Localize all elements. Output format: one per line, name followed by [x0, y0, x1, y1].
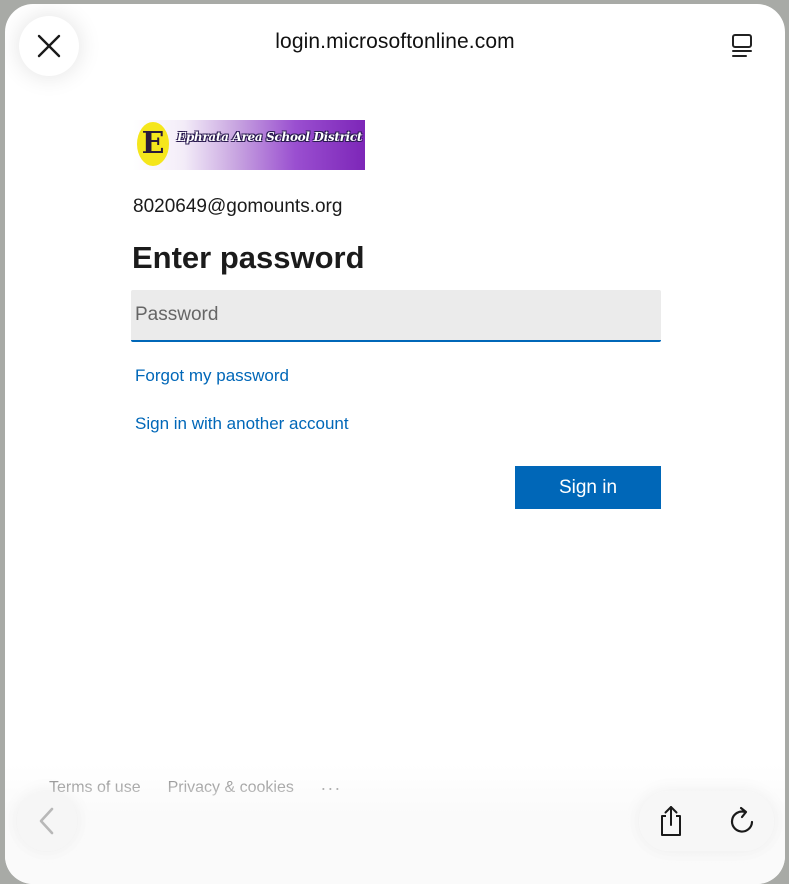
password-input[interactable] — [131, 290, 661, 342]
more-options[interactable]: ... — [321, 774, 342, 795]
url-label[interactable]: login.microsoftonline.com — [5, 30, 785, 54]
logo-name: Ephrata Area School District — [177, 130, 363, 144]
share-icon — [661, 806, 681, 836]
district-logo: E Ephrata Area School District — [133, 120, 365, 170]
action-toolbar — [639, 791, 774, 851]
reader-mode-icon — [732, 34, 752, 57]
footer: Terms of use Privacy & cookies ... — [49, 774, 342, 798]
sign-in-button[interactable]: Sign in — [515, 466, 661, 509]
chevron-left-icon — [39, 807, 54, 835]
page-title: Enter password — [132, 240, 365, 275]
forgot-password-link[interactable]: Forgot my password — [135, 366, 289, 386]
terms-link[interactable]: Terms of use — [49, 779, 141, 797]
share-button[interactable] — [655, 805, 687, 837]
reload-icon — [730, 806, 754, 833]
another-account-link[interactable]: Sign in with another account — [135, 414, 349, 434]
privacy-link[interactable]: Privacy & cookies — [168, 779, 294, 797]
reader-mode-button[interactable] — [727, 31, 757, 61]
browser-sheet: login.microsoftonline.com E Ephrata Area… — [5, 4, 785, 884]
reload-button[interactable] — [727, 805, 759, 837]
back-button[interactable] — [17, 791, 77, 851]
logo-letter: E — [141, 126, 165, 161]
account-email: 8020649@gomounts.org — [133, 196, 343, 217]
